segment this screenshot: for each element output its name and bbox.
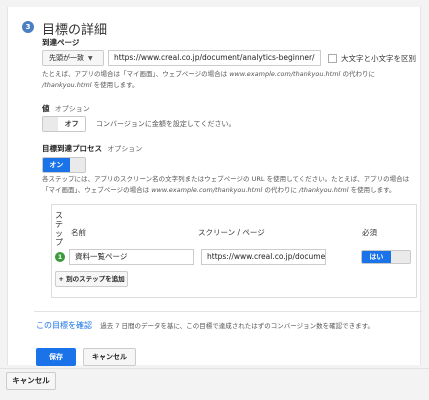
footer-cancel-button[interactable]: キャンセル xyxy=(6,372,56,390)
value-label-row: 値 オプション xyxy=(42,103,90,114)
toggle-knob xyxy=(69,158,85,172)
add-step-button[interactable]: + 別のステップを追加 xyxy=(55,271,128,287)
funnel-label: 目標到達プロセス xyxy=(42,144,102,153)
destination-label: 到達ページ xyxy=(42,38,80,47)
step-number-badge: 1 xyxy=(55,252,65,262)
value-label: 値 xyxy=(42,104,50,113)
cancel-button[interactable]: キャンセル xyxy=(83,348,136,366)
case-sensitive-checkbox[interactable] xyxy=(328,54,337,63)
verify-goal-link[interactable]: この目標を確認 xyxy=(36,321,92,330)
value-optional: オプション xyxy=(54,105,90,113)
column-header-required: 必須 xyxy=(362,228,377,237)
funnel-label-row: 目標到達プロセス オプション xyxy=(42,143,142,154)
section-step-badge: 3 xyxy=(22,21,34,33)
save-button[interactable]: 保存 xyxy=(36,348,76,366)
destination-help-text: たとえば、アプリの場合は「マイ画面」、ウェブページの場合は www.exampl… xyxy=(42,70,375,89)
step-required-label: はい xyxy=(362,251,391,263)
divider xyxy=(34,311,422,312)
case-sensitive-label: 大文字と小文字を区別 xyxy=(341,54,416,63)
step-required-toggle[interactable]: はい xyxy=(361,250,411,264)
funnel-optional: オプション xyxy=(107,145,143,153)
step-screen-input[interactable]: https://www.creal.co.jp/document/ xyxy=(201,249,326,265)
toggle-knob xyxy=(390,251,410,263)
value-toggle[interactable]: オフ xyxy=(42,116,86,132)
funnel-toggle[interactable]: オン xyxy=(42,157,86,173)
section-title: 目標の詳細 xyxy=(42,23,108,38)
step-name-input[interactable]: 資料一覧ページ xyxy=(69,249,194,265)
value-toggle-label: オフ xyxy=(58,117,85,131)
chevron-down-icon: ▼ xyxy=(88,55,93,62)
verify-row: この目標を確認 過去 7 日間のデータを基に、この目標で達成されたはずのコンバー… xyxy=(36,320,374,331)
destination-url-input[interactable]: https://www.creal.co.jp/document/analyti… xyxy=(108,50,321,66)
match-type-value: 先頭が一致 xyxy=(49,54,84,62)
column-header-screen: スクリーン / ページ xyxy=(198,228,265,237)
column-header-step: ステップ xyxy=(55,211,63,247)
value-description: コンバージョンに金額を設定してください。 xyxy=(96,120,236,128)
funnel-toggle-label: オン xyxy=(43,158,70,172)
funnel-help-text: 各ステップには、アプリのスクリーン名の文字列またはウェブページの URL を使用… xyxy=(42,175,410,194)
toggle-knob xyxy=(43,117,59,131)
goal-details-panel: 3 目標の詳細 到達ページ 先頭が一致 ▼ https://www.creal.c… xyxy=(7,7,422,366)
column-header-name: 名前 xyxy=(71,228,86,237)
match-type-select[interactable]: 先頭が一致 ▼ xyxy=(42,50,104,66)
footer-divider xyxy=(0,368,429,369)
verify-description: 過去 7 日間のデータを基に、この目標で達成されたはずのコンバージョン数を確認で… xyxy=(100,322,375,330)
funnel-steps-table: ステップ 名前 スクリーン / ページ 必須 1 資料一覧ページ https:/… xyxy=(51,204,417,298)
